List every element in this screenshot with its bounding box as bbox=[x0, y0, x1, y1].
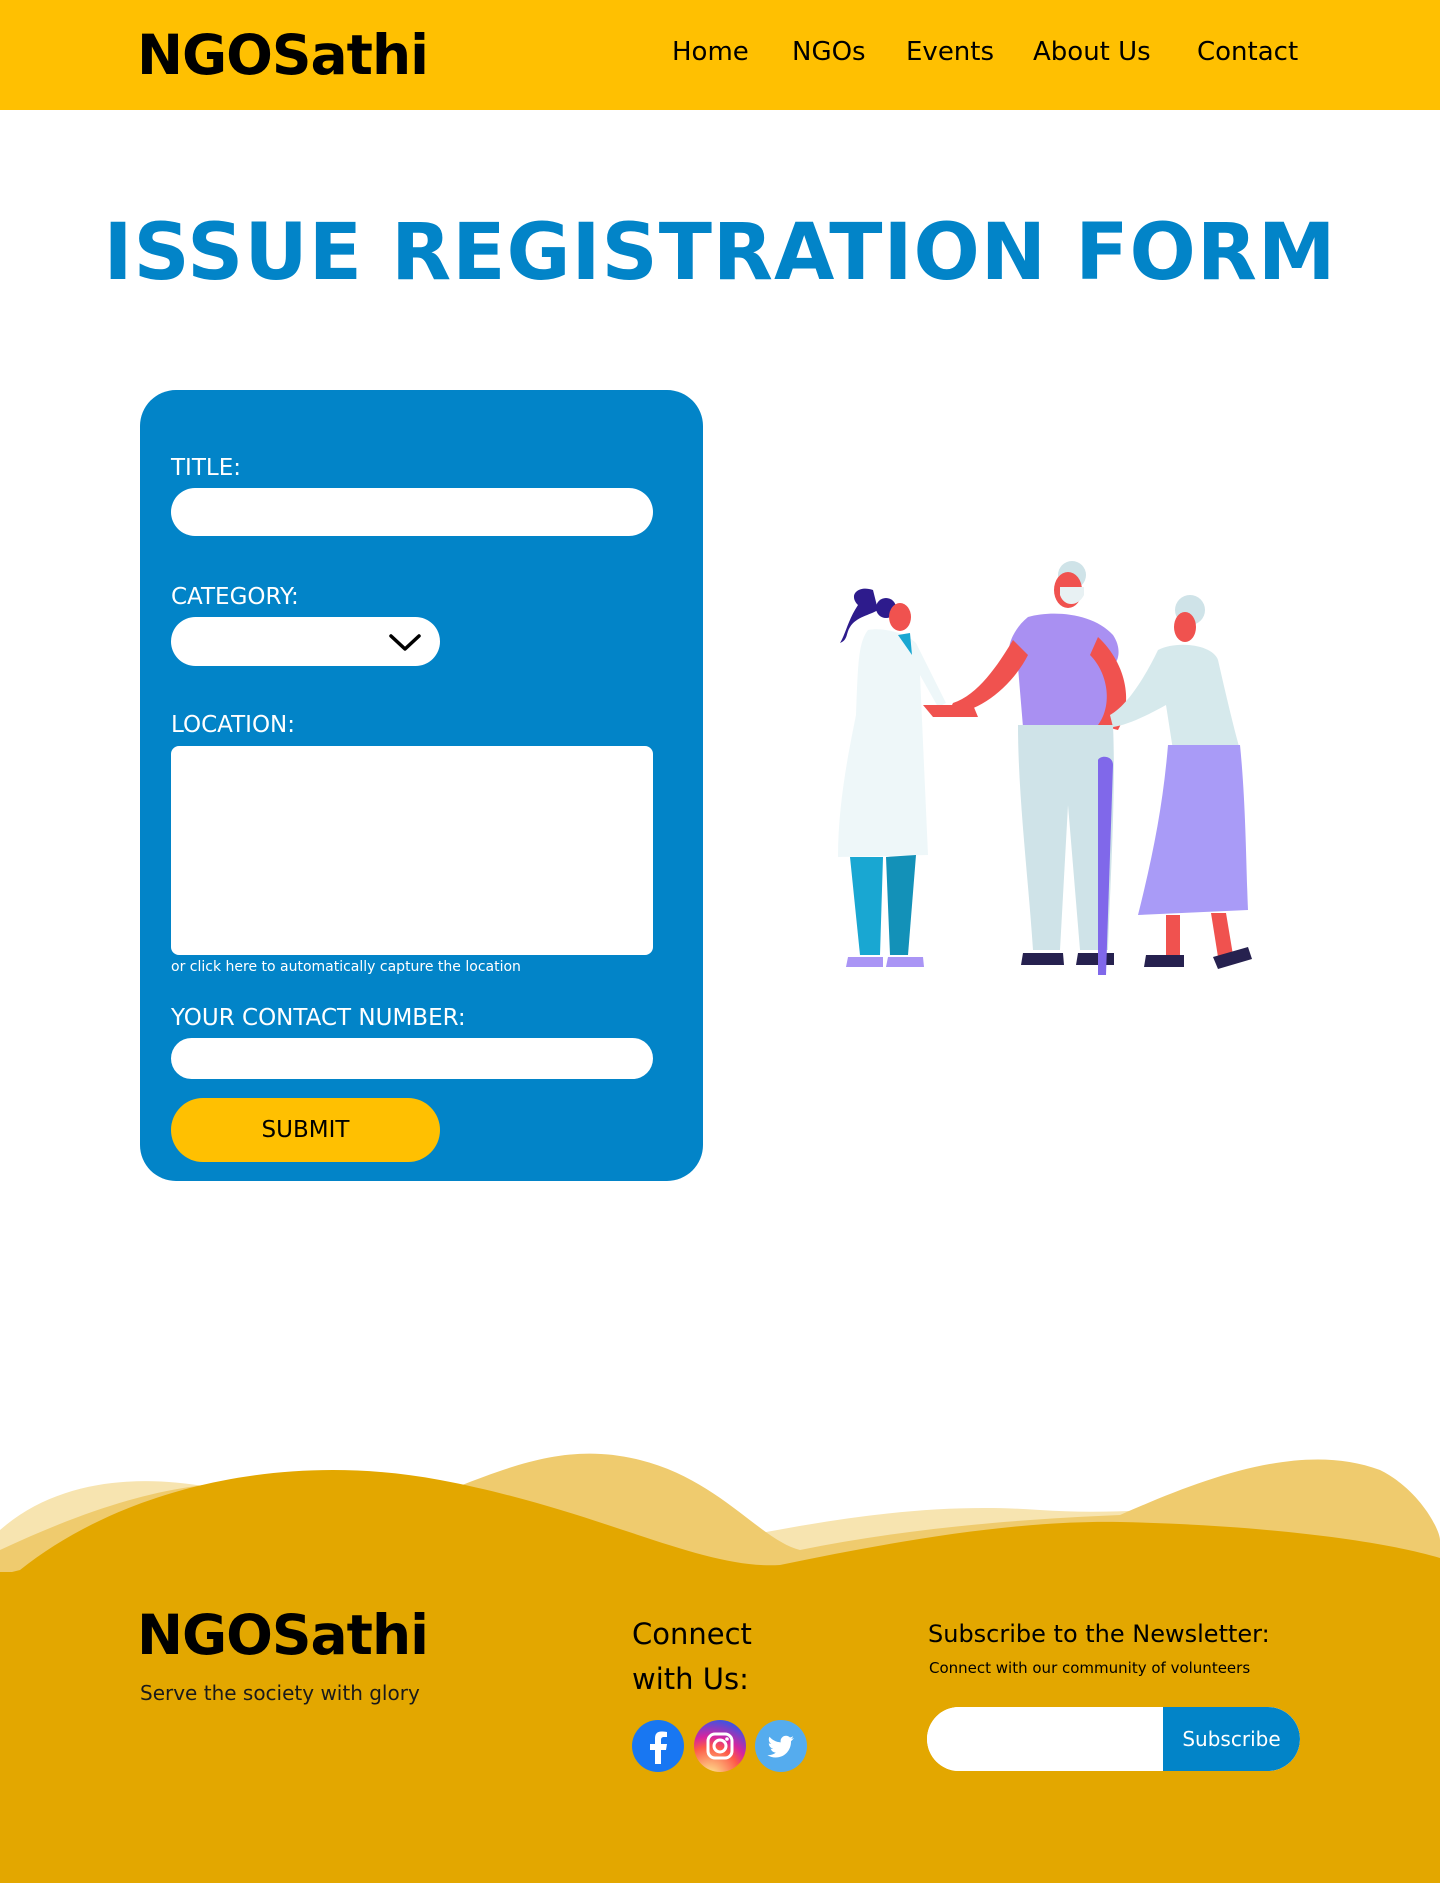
category-select[interactable] bbox=[171, 617, 440, 666]
connect-line-1: Connect bbox=[632, 1617, 752, 1651]
instagram-icon[interactable] bbox=[694, 1720, 746, 1772]
nav-home[interactable]: Home bbox=[672, 36, 749, 68]
brand-logo[interactable]: NGOSathi bbox=[137, 22, 429, 88]
nav-about-us[interactable]: About Us bbox=[1033, 36, 1151, 68]
issue-form: TITLE: CATEGORY: LOCATION: or click here… bbox=[140, 390, 703, 1181]
footer-wave-decoration bbox=[0, 1453, 1440, 1575]
chevron-down-icon bbox=[389, 634, 421, 651]
newsletter-heading: Subscribe to the Newsletter: bbox=[928, 1620, 1270, 1648]
twitter-icon[interactable] bbox=[755, 1720, 807, 1772]
contact-number-input[interactable] bbox=[171, 1038, 653, 1079]
title-input[interactable] bbox=[171, 488, 653, 536]
page-title: ISSUE REGISTRATION FORM bbox=[103, 208, 1337, 298]
location-label: LOCATION: bbox=[171, 712, 295, 738]
location-textarea[interactable] bbox=[171, 746, 653, 955]
newsletter-form: Subscribe bbox=[927, 1707, 1300, 1771]
category-label: CATEGORY: bbox=[171, 584, 299, 610]
newsletter-email-input[interactable] bbox=[927, 1707, 1163, 1771]
auto-location-link[interactable]: or click here to automatically capture t… bbox=[171, 957, 521, 977]
newsletter-subtext: Connect with our community of volunteers bbox=[929, 1659, 1251, 1677]
elderly-man-figure bbox=[948, 561, 1127, 975]
doctor-elderly-couple-illustration bbox=[838, 561, 1252, 975]
facebook-icon[interactable] bbox=[632, 1720, 684, 1772]
nav-events[interactable]: Events bbox=[906, 36, 994, 68]
submit-button[interactable]: SUBMIT bbox=[171, 1098, 440, 1162]
navbar: NGOSathi Home NGOs Events About Us Conta… bbox=[0, 0, 1440, 110]
subscribe-button[interactable]: Subscribe bbox=[1163, 1707, 1300, 1771]
elderly-woman-figure bbox=[1110, 595, 1252, 969]
doctor-figure bbox=[838, 588, 978, 967]
nav-contact[interactable]: Contact bbox=[1197, 36, 1298, 68]
nav-ngos[interactable]: NGOs bbox=[792, 36, 866, 68]
footer-tagline: Serve the society with glory bbox=[140, 1681, 420, 1705]
connect-heading: Connect with Us: bbox=[632, 1612, 752, 1702]
contact-label: YOUR CONTACT NUMBER: bbox=[171, 1005, 466, 1031]
title-label: TITLE: bbox=[171, 455, 241, 481]
footer-brand-logo[interactable]: NGOSathi bbox=[137, 1602, 429, 1668]
footer: NGOSathi Serve the society with glory Co… bbox=[0, 1572, 1440, 1883]
connect-line-2: with Us: bbox=[632, 1662, 749, 1696]
